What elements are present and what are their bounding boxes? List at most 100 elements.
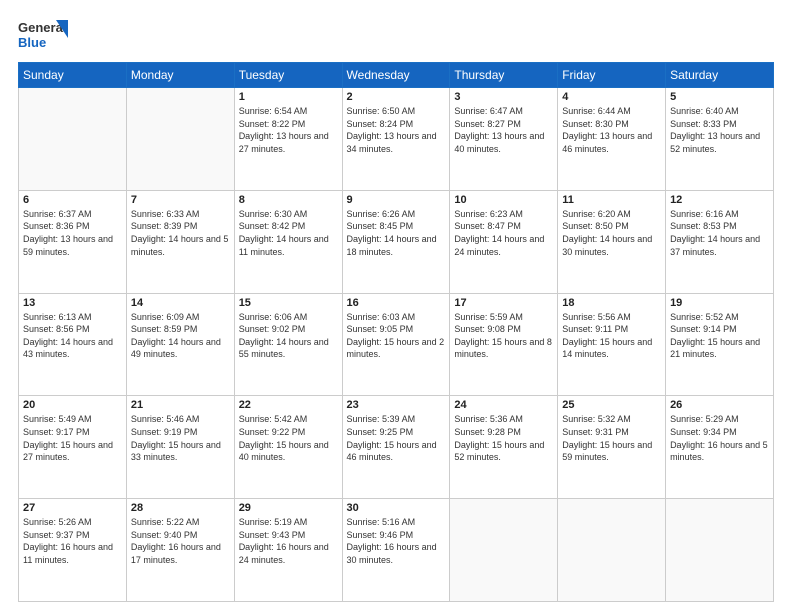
calendar-cell: 12 Sunrise: 6:16 AMSunset: 8:53 PMDayligh… [666, 190, 774, 293]
day-number: 8 [239, 194, 338, 206]
calendar-cell: 6 Sunrise: 6:37 AMSunset: 8:36 PMDaylight… [19, 190, 127, 293]
header: GeneralBlue [18, 18, 774, 52]
day-info: Sunrise: 6:33 AMSunset: 8:39 PMDaylight:… [131, 208, 230, 258]
day-info: Sunrise: 6:13 AMSunset: 8:56 PMDaylight:… [23, 311, 122, 361]
day-info: Sunrise: 5:46 AMSunset: 9:19 PMDaylight:… [131, 413, 230, 463]
day-number: 20 [23, 399, 122, 411]
day-info: Sunrise: 5:16 AMSunset: 9:46 PMDaylight:… [347, 516, 446, 566]
day-info: Sunrise: 6:44 AMSunset: 8:30 PMDaylight:… [562, 105, 661, 155]
day-info: Sunrise: 6:20 AMSunset: 8:50 PMDaylight:… [562, 208, 661, 258]
calendar-cell: 29 Sunrise: 5:19 AMSunset: 9:43 PMDayligh… [234, 499, 342, 602]
day-number: 1 [239, 91, 338, 103]
day-number: 9 [347, 194, 446, 206]
logo-svg: GeneralBlue [18, 18, 68, 52]
day-number: 24 [454, 399, 553, 411]
weekday-header: Wednesday [342, 63, 450, 88]
day-number: 23 [347, 399, 446, 411]
day-number: 28 [131, 502, 230, 514]
day-info: Sunrise: 6:30 AMSunset: 8:42 PMDaylight:… [239, 208, 338, 258]
weekday-header: Friday [558, 63, 666, 88]
logo: GeneralBlue [18, 18, 68, 52]
day-info: Sunrise: 5:36 AMSunset: 9:28 PMDaylight:… [454, 413, 553, 463]
calendar-cell: 17 Sunrise: 5:59 AMSunset: 9:08 PMDayligh… [450, 293, 558, 396]
calendar-cell: 13 Sunrise: 6:13 AMSunset: 8:56 PMDayligh… [19, 293, 127, 396]
day-info: Sunrise: 5:49 AMSunset: 9:17 PMDaylight:… [23, 413, 122, 463]
day-number: 18 [562, 297, 661, 309]
day-number: 6 [23, 194, 122, 206]
calendar-cell: 5 Sunrise: 6:40 AMSunset: 8:33 PMDaylight… [666, 88, 774, 191]
weekday-header: Saturday [666, 63, 774, 88]
weekday-header: Sunday [19, 63, 127, 88]
day-number: 10 [454, 194, 553, 206]
day-number: 30 [347, 502, 446, 514]
calendar-cell: 11 Sunrise: 6:20 AMSunset: 8:50 PMDayligh… [558, 190, 666, 293]
calendar-cell: 7 Sunrise: 6:33 AMSunset: 8:39 PMDaylight… [126, 190, 234, 293]
day-info: Sunrise: 6:03 AMSunset: 9:05 PMDaylight:… [347, 311, 446, 361]
day-info: Sunrise: 6:37 AMSunset: 8:36 PMDaylight:… [23, 208, 122, 258]
calendar-cell: 14 Sunrise: 6:09 AMSunset: 8:59 PMDayligh… [126, 293, 234, 396]
weekday-header: Thursday [450, 63, 558, 88]
calendar-cell: 10 Sunrise: 6:23 AMSunset: 8:47 PMDayligh… [450, 190, 558, 293]
day-number: 14 [131, 297, 230, 309]
day-number: 13 [23, 297, 122, 309]
day-info: Sunrise: 5:32 AMSunset: 9:31 PMDaylight:… [562, 413, 661, 463]
calendar-cell: 8 Sunrise: 6:30 AMSunset: 8:42 PMDaylight… [234, 190, 342, 293]
day-number: 22 [239, 399, 338, 411]
calendar-cell: 18 Sunrise: 5:56 AMSunset: 9:11 PMDayligh… [558, 293, 666, 396]
calendar-cell [19, 88, 127, 191]
weekday-header: Tuesday [234, 63, 342, 88]
day-info: Sunrise: 5:42 AMSunset: 9:22 PMDaylight:… [239, 413, 338, 463]
day-number: 3 [454, 91, 553, 103]
calendar-table: SundayMondayTuesdayWednesdayThursdayFrid… [18, 62, 774, 602]
weekday-header: Monday [126, 63, 234, 88]
day-info: Sunrise: 5:19 AMSunset: 9:43 PMDaylight:… [239, 516, 338, 566]
day-info: Sunrise: 6:23 AMSunset: 8:47 PMDaylight:… [454, 208, 553, 258]
day-info: Sunrise: 6:54 AMSunset: 8:22 PMDaylight:… [239, 105, 338, 155]
calendar-cell [558, 499, 666, 602]
day-info: Sunrise: 5:26 AMSunset: 9:37 PMDaylight:… [23, 516, 122, 566]
calendar-cell: 25 Sunrise: 5:32 AMSunset: 9:31 PMDayligh… [558, 396, 666, 499]
calendar-cell: 23 Sunrise: 5:39 AMSunset: 9:25 PMDayligh… [342, 396, 450, 499]
calendar-cell: 28 Sunrise: 5:22 AMSunset: 9:40 PMDayligh… [126, 499, 234, 602]
day-info: Sunrise: 6:26 AMSunset: 8:45 PMDaylight:… [347, 208, 446, 258]
day-number: 16 [347, 297, 446, 309]
day-info: Sunrise: 6:40 AMSunset: 8:33 PMDaylight:… [670, 105, 769, 155]
calendar-cell: 4 Sunrise: 6:44 AMSunset: 8:30 PMDaylight… [558, 88, 666, 191]
calendar-cell: 27 Sunrise: 5:26 AMSunset: 9:37 PMDayligh… [19, 499, 127, 602]
day-info: Sunrise: 5:59 AMSunset: 9:08 PMDaylight:… [454, 311, 553, 361]
day-number: 26 [670, 399, 769, 411]
calendar-cell: 26Sunrise: 5:29 AMSunset: 9:34 PMDayligh… [666, 396, 774, 499]
calendar-cell [666, 499, 774, 602]
calendar-cell: 9 Sunrise: 6:26 AMSunset: 8:45 PMDaylight… [342, 190, 450, 293]
day-info: Sunrise: 5:52 AMSunset: 9:14 PMDaylight:… [670, 311, 769, 361]
calendar-cell: 24 Sunrise: 5:36 AMSunset: 9:28 PMDayligh… [450, 396, 558, 499]
day-info: Sunrise: 5:39 AMSunset: 9:25 PMDaylight:… [347, 413, 446, 463]
day-info: Sunrise: 6:16 AMSunset: 8:53 PMDaylight:… [670, 208, 769, 258]
day-info: Sunrise: 5:22 AMSunset: 9:40 PMDaylight:… [131, 516, 230, 566]
day-info: Sunrise: 6:06 AMSunset: 9:02 PMDaylight:… [239, 311, 338, 361]
day-number: 27 [23, 502, 122, 514]
day-number: 12 [670, 194, 769, 206]
calendar-cell: 21 Sunrise: 5:46 AMSunset: 9:19 PMDayligh… [126, 396, 234, 499]
day-info: Sunrise: 6:47 AMSunset: 8:27 PMDaylight:… [454, 105, 553, 155]
day-number: 25 [562, 399, 661, 411]
calendar-cell: 16 Sunrise: 6:03 AMSunset: 9:05 PMDayligh… [342, 293, 450, 396]
day-number: 4 [562, 91, 661, 103]
day-number: 21 [131, 399, 230, 411]
day-number: 29 [239, 502, 338, 514]
calendar-cell: 20 Sunrise: 5:49 AMSunset: 9:17 PMDayligh… [19, 396, 127, 499]
calendar-cell: 2Sunrise: 6:50 AMSunset: 8:24 PMDaylight… [342, 88, 450, 191]
day-info: Sunrise: 6:50 AMSunset: 8:24 PMDaylight:… [347, 105, 446, 155]
calendar-cell [450, 499, 558, 602]
calendar-cell: 19Sunrise: 5:52 AMSunset: 9:14 PMDayligh… [666, 293, 774, 396]
calendar-cell: 22 Sunrise: 5:42 AMSunset: 9:22 PMDayligh… [234, 396, 342, 499]
day-number: 17 [454, 297, 553, 309]
calendar-cell: 3 Sunrise: 6:47 AMSunset: 8:27 PMDaylight… [450, 88, 558, 191]
calendar-cell: 30 Sunrise: 5:16 AMSunset: 9:46 PMDayligh… [342, 499, 450, 602]
day-info: Sunrise: 5:56 AMSunset: 9:11 PMDaylight:… [562, 311, 661, 361]
day-number: 5 [670, 91, 769, 103]
day-number: 11 [562, 194, 661, 206]
calendar-cell: 15Sunrise: 6:06 AMSunset: 9:02 PMDayligh… [234, 293, 342, 396]
day-number: 7 [131, 194, 230, 206]
day-info: Sunrise: 6:09 AMSunset: 8:59 PMDaylight:… [131, 311, 230, 361]
